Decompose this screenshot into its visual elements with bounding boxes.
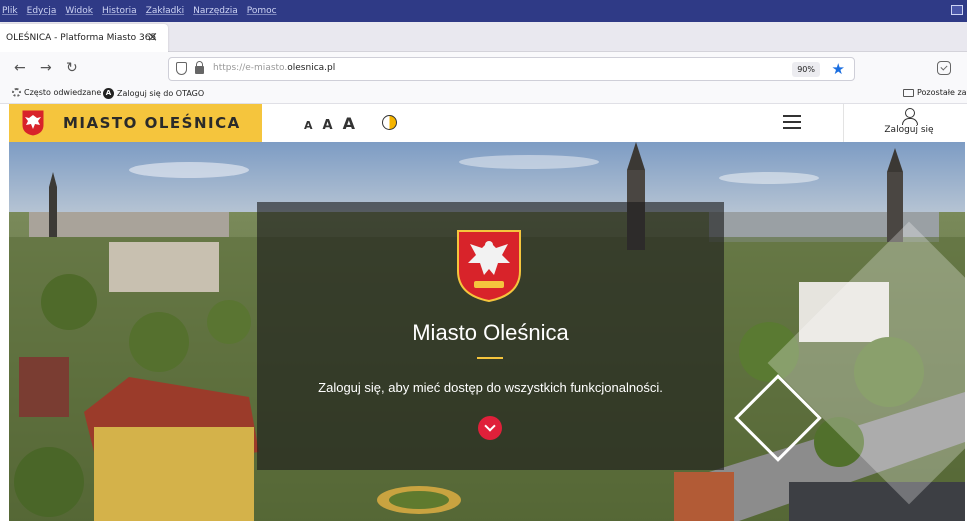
hero-section: Miasto Oleśnica Zaloguj się, aby mieć do… <box>9 142 965 521</box>
bookmark-frequent-label: Często odwiedzane <box>24 88 102 97</box>
user-icon <box>902 108 918 125</box>
bookmark-frequent[interactable]: Często odwiedzane <box>12 88 101 97</box>
font-size-small-button[interactable]: A <box>304 119 313 132</box>
web-page: MIASTO OLEŚNICA A A A Zaloguj się Miasto… <box>9 104 965 521</box>
menu-edit[interactable]: Edycja <box>27 6 57 16</box>
url-text[interactable]: https://e-miasto.olesnica.pl <box>213 63 335 73</box>
site-header: MIASTO OLEŚNICA A A A Zaloguj się <box>9 104 965 142</box>
gear-icon <box>12 88 21 97</box>
navigation-bar: ← → ↻ https://e-miasto.olesnica.pl 90% ★ <box>0 52 967 86</box>
hero-title: Miasto Oleśnica <box>412 320 569 345</box>
tab-close-icon[interactable]: × <box>147 30 158 45</box>
menu-file[interactable]: Plik <box>2 6 18 16</box>
bookmark-otago[interactable]: A Zaloguj się do OTAGO <box>103 88 204 99</box>
font-size-large-button[interactable]: A <box>343 114 355 133</box>
url-prefix: https://e-miasto. <box>213 63 288 73</box>
url-domain: olesnica.pl <box>287 63 336 73</box>
header-divider <box>843 104 844 142</box>
bookmark-other[interactable]: Pozostałe zakładki <box>903 88 967 97</box>
forward-arrow-icon[interactable]: → <box>40 60 52 76</box>
menu-hamburger-icon[interactable] <box>783 115 801 129</box>
tab-strip: OLEŚNICA - Platforma Miasto 365 × <box>0 22 967 52</box>
hero-login-panel: Miasto Oleśnica Zaloguj się, aby mieć do… <box>257 202 724 470</box>
folder-icon <box>903 88 914 97</box>
menu-view[interactable]: Widok <box>65 6 93 16</box>
pocket-icon[interactable] <box>937 61 951 75</box>
bookmark-other-label: Pozostałe zakładki <box>917 88 967 97</box>
font-size-medium-button[interactable]: A <box>323 118 333 133</box>
address-bar[interactable]: https://e-miasto.olesnica.pl 90% ★ <box>168 57 855 81</box>
hero-title-underline <box>477 357 503 359</box>
menu-help[interactable]: Pomoc <box>247 6 277 16</box>
city-crest-icon <box>21 109 45 137</box>
login-button[interactable]: Zaloguj się <box>879 108 939 135</box>
hero-subtitle: Zaloguj się, aby mieć dostęp do wszystki… <box>318 380 663 395</box>
window-restore-button[interactable] <box>951 5 963 15</box>
menu-tools[interactable]: Narzędzia <box>193 6 238 16</box>
bookmark-star-icon[interactable]: ★ <box>832 60 845 78</box>
menu-bookmarks[interactable]: Zakładki <box>146 6 184 16</box>
brand-name: MIASTO OLEŚNICA <box>63 114 241 132</box>
browser-tab-active[interactable]: OLEŚNICA - Platforma Miasto 365 × <box>0 24 168 52</box>
bookmark-otago-label: Zaloguj się do OTAGO <box>117 89 205 98</box>
bookmarks-bar: Często odwiedzane A Zaloguj się do OTAGO… <box>0 86 967 104</box>
otago-icon: A <box>103 88 114 99</box>
zoom-level-badge[interactable]: 90% <box>792 62 820 77</box>
site-brand[interactable]: MIASTO OLEŚNICA <box>9 104 262 142</box>
tracking-shield-icon[interactable] <box>176 62 187 75</box>
city-crest-large-icon <box>457 230 521 303</box>
browser-menu-bar: Plik Edycja Widok Historia Zakładki Narz… <box>0 0 967 22</box>
reload-icon[interactable]: ↻ <box>66 60 78 76</box>
chevron-down-icon[interactable] <box>478 416 502 440</box>
tab-title: OLEŚNICA - Platforma Miasto 365 <box>6 33 157 43</box>
menu-history[interactable]: Historia <box>102 6 137 16</box>
lock-icon[interactable] <box>195 61 204 74</box>
font-size-controls: A A A <box>304 114 365 133</box>
contrast-icon[interactable] <box>382 115 397 130</box>
back-arrow-icon[interactable]: ← <box>14 60 26 76</box>
login-label: Zaloguj się <box>884 125 934 135</box>
